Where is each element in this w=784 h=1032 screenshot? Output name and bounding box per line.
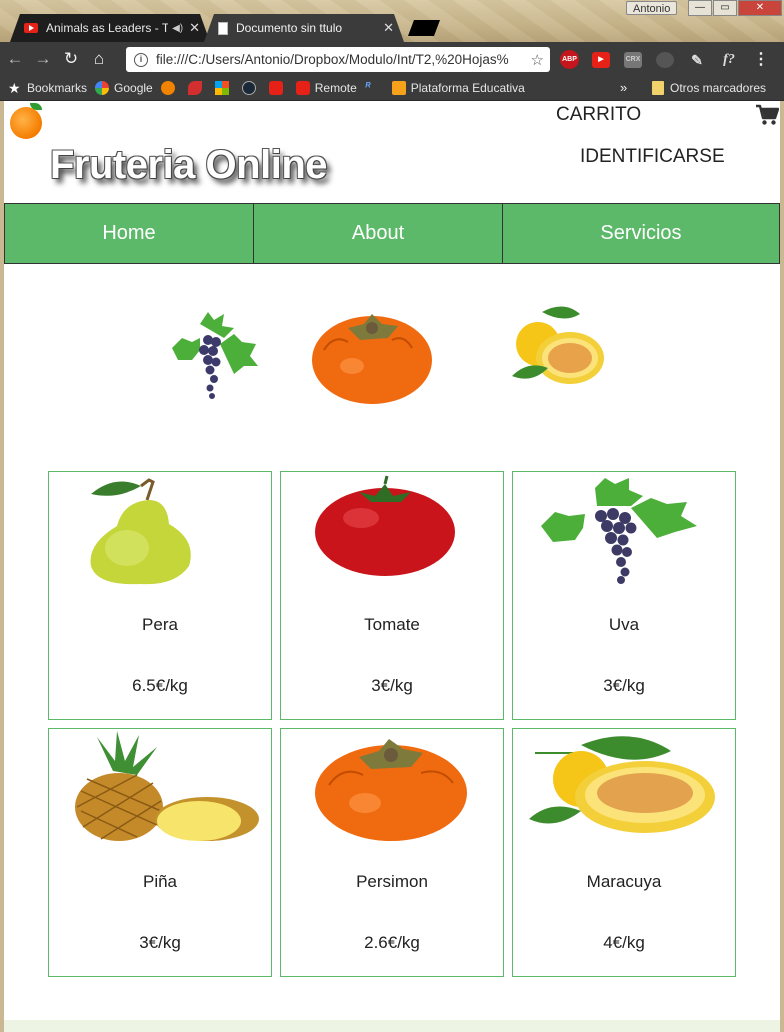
bookmark-star-icon[interactable]: ☆: [531, 51, 544, 69]
close-window-button[interactable]: ✕: [738, 0, 782, 16]
back-button[interactable]: ←: [2, 49, 28, 69]
google-icon: [95, 81, 110, 95]
crx-icon[interactable]: CRX: [624, 52, 642, 68]
footer: [4, 1020, 780, 1032]
nav-home[interactable]: Home: [5, 204, 254, 263]
url-text[interactable]: file:///C:/Users/Antonio/Dropbox/Modulo/…: [156, 52, 525, 67]
persimmon-image: [315, 739, 467, 841]
profile-button[interactable]: Antonio: [626, 1, 678, 15]
product-price: 3€/kg: [603, 676, 645, 695]
info-icon[interactable]: i: [134, 52, 148, 67]
pen-extension-icon[interactable]: ✎: [688, 52, 706, 68]
cart-link[interactable]: CARRITO: [556, 104, 641, 126]
bookmarks-bar: ★ Bookmarks Google Remote ᴿ Plataforma E…: [0, 76, 784, 101]
home-button[interactable]: ⌂: [86, 49, 112, 69]
nav-about[interactable]: About: [254, 204, 503, 263]
bookmark-youtube[interactable]: [268, 81, 288, 95]
window-titlebar: Animals as Leaders - T ◀) ✕ Documento si…: [0, 0, 784, 42]
featured-persimmon-image[interactable]: [304, 304, 440, 408]
youtube-icon: [268, 81, 283, 95]
star-icon: ★: [8, 80, 21, 96]
reload-button[interactable]: ↻: [58, 49, 84, 69]
tomato-image: [315, 475, 455, 576]
new-tab-button[interactable]: [408, 20, 440, 36]
bookmark-avast[interactable]: [160, 81, 180, 95]
featured-grapes-image[interactable]: [170, 304, 262, 404]
product-card-pera[interactable]: Pera 6.5€/kg: [48, 471, 272, 720]
tab-title: Animals as Leaders - T: [46, 21, 169, 35]
youtube-icon: [295, 81, 310, 95]
close-tab-icon[interactable]: ✕: [189, 20, 200, 36]
featured-passion-fruit-image[interactable]: [508, 304, 612, 400]
product-price: 2.6€/kg: [364, 933, 420, 952]
moodle-icon: [391, 81, 406, 95]
bookmark-label: Plataforma Educativa: [410, 81, 525, 95]
tab-documento[interactable]: Documento sin ttulo ✕: [204, 14, 404, 42]
product-card-tomate[interactable]: Tomate 3€/kg: [280, 471, 504, 720]
pear-image: [90, 478, 191, 585]
tab-title: Documento sin ttulo: [236, 21, 343, 35]
windows-icon: [214, 81, 229, 95]
menu-icon[interactable]: ⋮: [752, 52, 770, 68]
address-bar[interactable]: i file:///C:/Users/Antonio/Dropbox/Modul…: [126, 47, 550, 72]
product-card-uva[interactable]: Uva 3€/kg: [512, 471, 736, 720]
adblock-icon[interactable]: ABP: [560, 50, 579, 69]
cart-icon[interactable]: [755, 104, 779, 126]
site-title: Fruteria Online: [50, 143, 328, 187]
product-name: Pera: [142, 615, 178, 634]
r-icon: ᴿ: [364, 81, 371, 93]
grapes-image: [541, 478, 697, 584]
product-price: 6.5€/kg: [132, 676, 188, 695]
bookmark-windows[interactable]: [214, 81, 234, 95]
other-bookmarks-label: Otros marcadores: [670, 81, 767, 95]
bookmarks-overflow-button[interactable]: »: [620, 80, 627, 95]
product-card-maracuya[interactable]: Maracuya 4€/kg: [512, 728, 736, 977]
document-icon: [218, 22, 228, 35]
bookmark-steam[interactable]: [241, 81, 261, 95]
nav-servicios[interactable]: Servicios: [503, 204, 779, 263]
product-name: Persimon: [356, 872, 428, 891]
forward-button[interactable]: →: [30, 49, 56, 69]
browser-toolbar: ← → ↻ ⌂ i file:///C:/Users/Antonio/Dropb…: [0, 42, 784, 76]
bookmark-swirl[interactable]: [187, 81, 207, 95]
bookmark-plataforma[interactable]: Plataforma Educativa: [391, 81, 525, 95]
product-price: 4€/kg: [603, 933, 645, 952]
orange-logo-icon: [10, 107, 42, 139]
speaker-icon[interactable]: ◀): [172, 23, 183, 34]
bookmark-r[interactable]: ᴿ: [365, 81, 384, 95]
bookmark-remote[interactable]: Remote: [295, 81, 357, 95]
tab-animals-as-leaders[interactable]: Animals as Leaders - T ◀) ✕: [10, 14, 210, 42]
minimize-button[interactable]: —: [688, 0, 712, 16]
product-card-persimon[interactable]: Persimon 2.6€/kg: [280, 728, 504, 977]
product-price: 3€/kg: [371, 676, 413, 695]
bookmark-label: Bookmarks: [27, 81, 88, 95]
function-extension-icon[interactable]: f?: [720, 52, 738, 68]
close-tab-icon[interactable]: ✕: [383, 20, 394, 36]
main-nav: Home About Servicios: [4, 203, 780, 264]
bookmark-label: Google: [114, 81, 153, 95]
product-name: Tomate: [364, 615, 420, 634]
folder-icon: [652, 81, 664, 95]
youtube-icon: [24, 23, 38, 33]
other-bookmarks-folder[interactable]: Otros marcadores: [652, 81, 766, 95]
product-price: 3€/kg: [139, 933, 181, 952]
login-link[interactable]: IDENTIFICARSE: [580, 146, 725, 168]
product-name: Uva: [608, 615, 640, 634]
page-content: Fruteria Online CARRITO IDENTIFICARSE Ho…: [4, 101, 780, 1032]
maximize-button[interactable]: ▭: [713, 0, 737, 16]
avast-icon: [160, 81, 175, 95]
product-name: Maracuya: [586, 872, 662, 891]
pineapple-image: [75, 731, 259, 841]
bookmark-bookmarks[interactable]: ★ Bookmarks: [8, 81, 87, 95]
extension-circle-icon[interactable]: [656, 52, 674, 68]
product-card-pina[interactable]: Piña 3€/kg: [48, 728, 272, 977]
product-name: Piña: [142, 872, 178, 891]
youtube-extension-icon[interactable]: ▶: [592, 52, 610, 68]
bookmark-label: Remote: [314, 81, 357, 95]
passion-fruit-image: [529, 736, 715, 833]
bookmark-google[interactable]: Google: [95, 81, 153, 95]
swirl-icon: [187, 81, 202, 95]
steam-icon: [241, 81, 256, 95]
